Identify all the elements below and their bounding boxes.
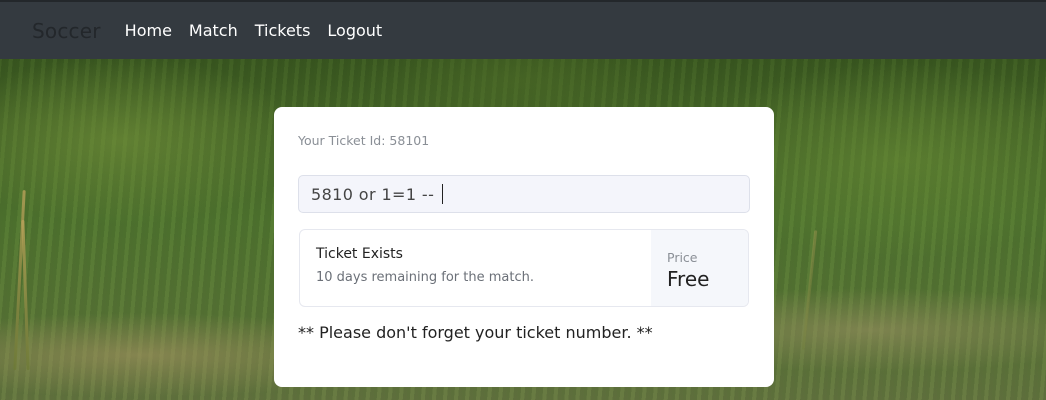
ticket-status-title: Ticket Exists	[316, 246, 403, 262]
ticket-card: Your Ticket Id: 58101 Ticket Exists 10 d…	[274, 107, 774, 387]
ticket-id-label: Your Ticket Id: 58101	[298, 133, 430, 148]
ticket-result-info: Ticket Exists 10 days remaining for the …	[300, 230, 651, 306]
nav-home-link[interactable]: Home	[125, 21, 172, 40]
ticket-status-subtitle: 10 days remaining for the match.	[316, 270, 534, 285]
price-box: Price Free	[651, 230, 748, 306]
navbar: Soccer Home Match Tickets Logout	[0, 0, 1046, 59]
nav-tickets-link[interactable]: Tickets	[255, 21, 311, 40]
brand-logo[interactable]: Soccer	[32, 19, 101, 43]
ticket-result-panel: Ticket Exists 10 days remaining for the …	[299, 229, 749, 307]
price-value: Free	[667, 267, 710, 291]
ticket-number-input[interactable]	[298, 175, 750, 213]
nav-match-link[interactable]: Match	[189, 21, 238, 40]
text-caret	[442, 184, 443, 204]
ticket-reminder-text: ** Please don't forget your ticket numbe…	[298, 323, 653, 342]
price-label: Price	[667, 250, 698, 265]
nav-logout-link[interactable]: Logout	[327, 21, 382, 40]
